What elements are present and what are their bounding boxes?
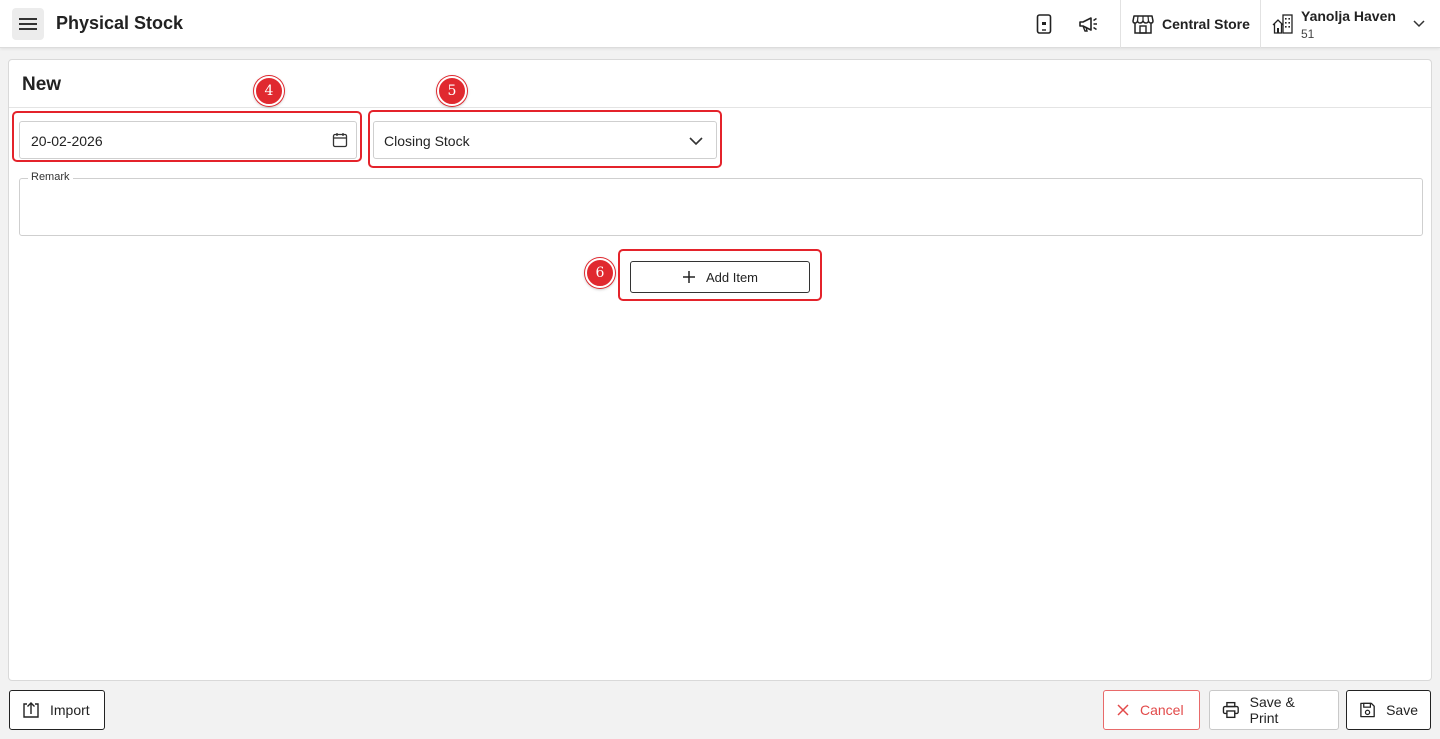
announcement-button[interactable] — [1076, 12, 1100, 36]
property-code: 51 — [1301, 27, 1315, 41]
storefront-icon — [1132, 15, 1154, 34]
hamburger-menu-icon — [19, 18, 37, 30]
topbar-divider — [1120, 0, 1121, 48]
form-card: New 20-02-2026 Closing Stock Remark Add … — [8, 59, 1432, 681]
topbar-divider — [1260, 0, 1261, 48]
save-and-print-button[interactable]: Save & Print — [1209, 690, 1339, 730]
building-icon — [1272, 14, 1293, 34]
stock-type-select[interactable]: Closing Stock — [373, 121, 717, 159]
floppy-disk-icon — [1360, 702, 1375, 718]
add-item-label: Add Item — [705, 269, 759, 285]
save-and-print-label: Save & Print — [1249, 694, 1295, 726]
close-icon — [1117, 704, 1129, 716]
mobile-device-button[interactable] — [1032, 12, 1056, 36]
property-selector[interactable]: Yanolja Haven 51 — [1272, 6, 1432, 42]
plus-icon — [682, 271, 695, 283]
save-button[interactable]: Save — [1346, 690, 1431, 730]
store-name: Central Store — [1162, 16, 1250, 32]
remark-field[interactable]: Remark — [19, 171, 1423, 236]
store-selector[interactable]: Central Store — [1132, 12, 1250, 36]
annotation-badge-5: 5 — [437, 76, 467, 106]
stock-type-value: Closing Stock — [384, 133, 470, 149]
menu-button[interactable] — [12, 8, 44, 40]
cancel-button[interactable]: Cancel — [1103, 690, 1200, 730]
import-button[interactable]: Import — [9, 690, 105, 730]
property-name: Yanolja Haven — [1301, 8, 1396, 24]
megaphone-icon — [1079, 17, 1097, 32]
form-title: New — [22, 74, 62, 95]
chevron-down-icon — [689, 137, 703, 146]
calendar-icon[interactable] — [332, 132, 348, 148]
date-field[interactable]: 20-02-2026 — [19, 121, 357, 159]
printer-icon — [1222, 701, 1239, 719]
cancel-label: Cancel — [1140, 702, 1184, 718]
upload-icon — [23, 702, 39, 718]
annotation-badge-4: 4 — [254, 76, 284, 106]
card-divider — [9, 107, 1431, 108]
chevron-down-icon — [1413, 20, 1425, 28]
save-label: Save — [1386, 702, 1418, 718]
import-label: Import — [50, 702, 90, 718]
date-value: 20-02-2026 — [31, 133, 103, 149]
page-title: Physical Stock — [56, 13, 184, 33]
top-app-bar: Physical Stock Central Store Yanolja Hav… — [0, 0, 1440, 48]
mobile-device-icon — [1036, 14, 1052, 34]
remark-label: Remark — [28, 171, 73, 183]
annotation-badge-6: 6 — [585, 258, 615, 288]
add-item-button[interactable]: Add Item — [630, 261, 810, 293]
